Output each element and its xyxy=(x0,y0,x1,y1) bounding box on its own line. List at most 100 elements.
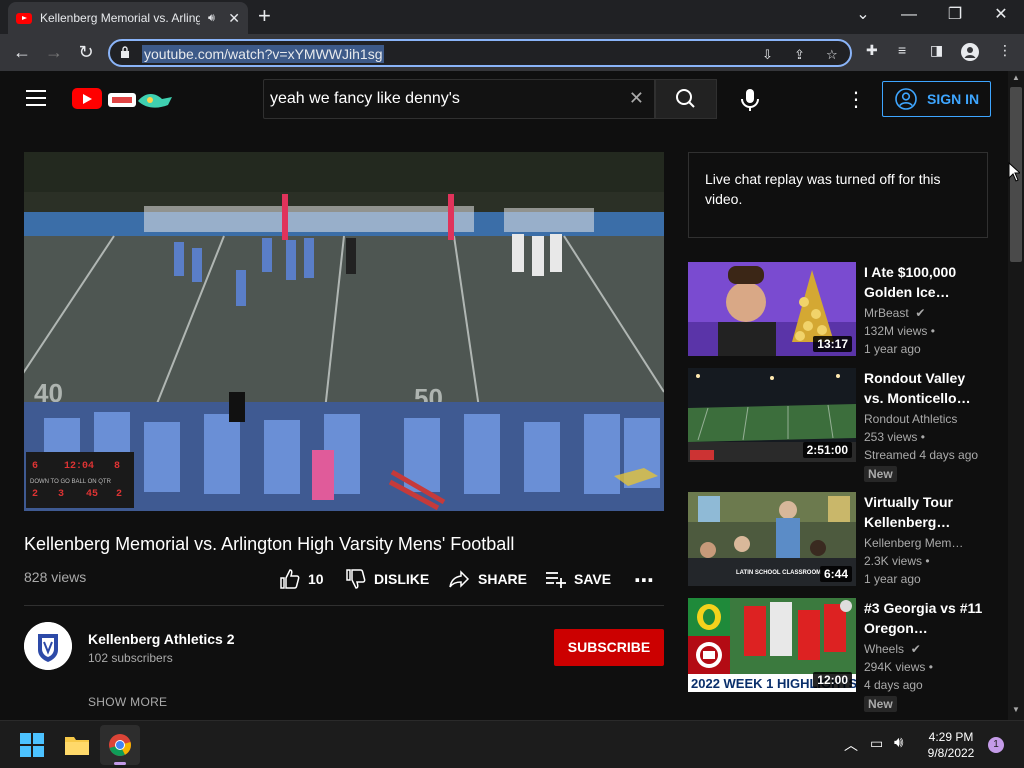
install-icon[interactable]: ⇩ xyxy=(762,47,773,63)
search-button[interactable] xyxy=(655,79,717,119)
youtube-favicon-icon xyxy=(16,12,32,24)
clear-search-icon[interactable]: ✕ xyxy=(629,88,644,109)
channel-avatar[interactable] xyxy=(24,622,72,670)
video-player[interactable]: 40 50 6 12:04 8 2 3 45 2 DOWN TO GO BALL… xyxy=(24,152,664,511)
upload-age: 1 year ago xyxy=(864,342,921,356)
sign-in-label: SIGN IN xyxy=(927,91,980,107)
share-label: SHARE xyxy=(478,571,528,587)
view-count: 253 views xyxy=(864,430,918,444)
video-thumbnail[interactable]: 2:51:00 xyxy=(688,368,856,462)
recommended-title[interactable]: Rondout Valley vs. Monticello… xyxy=(864,368,984,408)
recommended-channel[interactable]: Wheels ✔ xyxy=(864,642,921,656)
file-explorer-icon[interactable] xyxy=(64,733,90,757)
save-button[interactable]: SAVE xyxy=(544,568,611,590)
video-thumbnail[interactable]: 2022 WEEK 1 HIGHLIGHTS 12:00 xyxy=(688,598,856,692)
network-icon[interactable]: ▭ xyxy=(870,735,883,752)
recommended-video[interactable]: 2022 WEEK 1 HIGHLIGHTS 12:00 #3 Georgia … xyxy=(688,598,988,712)
video-duration: 6:44 xyxy=(819,566,852,582)
verified-check-icon: ✔ xyxy=(907,642,921,656)
dislike-button[interactable]: DISLIKE xyxy=(344,568,429,590)
more-actions-icon[interactable]: ⋯ xyxy=(634,568,654,593)
url-text[interactable]: youtube.com/watch?v=xYMWWJih1sg xyxy=(142,45,385,63)
back-icon[interactable]: ← xyxy=(10,41,34,63)
scoreboard-value: 12:04 xyxy=(64,461,94,472)
scoreboard-labels: DOWN TO GO BALL ON QTR xyxy=(30,479,112,485)
video-thumbnail[interactable]: 13:17 xyxy=(688,262,856,356)
restore-button[interactable]: ❐ xyxy=(932,4,978,26)
sign-in-button[interactable]: SIGN IN xyxy=(882,81,991,117)
profile-icon[interactable] xyxy=(961,43,979,61)
volume-icon[interactable]: 🔊︎ xyxy=(894,734,903,751)
account-icon xyxy=(895,88,917,110)
microphone-icon[interactable] xyxy=(730,79,770,119)
recommended-channel[interactable]: MrBeast ✔ xyxy=(864,306,925,320)
scoreboard-value: 6 xyxy=(32,461,38,472)
extensions-icon[interactable]: ✚ xyxy=(866,42,878,59)
tab-close-icon[interactable]: ✕ xyxy=(228,10,240,27)
forward-icon[interactable]: → xyxy=(42,41,66,63)
show-more-button[interactable]: SHOW MORE xyxy=(88,695,167,709)
clock-time: 4:29 PM xyxy=(928,730,974,744)
youtube-logo-icon[interactable] xyxy=(72,88,102,109)
browser-tab[interactable]: Kellenberg Memorial vs. Arlington 🔊︎ ✕ xyxy=(8,2,248,34)
youtube-doodle-icon[interactable] xyxy=(106,89,176,111)
taskbar-clock[interactable]: 4:29 PM 9/8/2022 xyxy=(920,729,982,761)
windows-start-icon[interactable] xyxy=(20,733,44,757)
stream-age: Streamed 4 days ago xyxy=(864,448,979,462)
recommended-video[interactable]: 13:17 I Ate $100,000 Golden Ice… MrBeast… xyxy=(688,262,988,358)
notification-badge[interactable]: 1 xyxy=(988,737,1004,753)
video-frame[interactable]: 40 50 6 12:04 8 2 3 45 2 DOWN TO GO BALL… xyxy=(24,152,664,511)
speaker-icon[interactable]: 🔊︎ xyxy=(208,12,215,25)
scroll-down-icon[interactable]: ▼ xyxy=(1012,705,1020,714)
recommended-channel[interactable]: Kellenberg Mem… xyxy=(864,536,963,550)
close-window-button[interactable]: ✕ xyxy=(978,4,1024,26)
more-options-icon[interactable]: ⋮ xyxy=(846,87,866,112)
channel-crest-icon xyxy=(24,622,72,670)
youtube-header: yeah we fancy like denny's ✕ ⋮ SIGN IN xyxy=(0,71,1008,127)
separator-dot-icon: • xyxy=(922,554,930,568)
view-count: 828 views xyxy=(24,569,87,585)
side-panel-icon[interactable]: ◨ xyxy=(930,42,943,59)
search-icon xyxy=(676,89,695,108)
save-label: SAVE xyxy=(574,571,612,587)
share-button[interactable]: SHARE xyxy=(448,568,527,590)
recommended-title[interactable]: Virtually Tour Kellenberg… xyxy=(864,492,984,532)
show-hidden-icons-icon[interactable]: ︿ xyxy=(844,735,858,755)
thumbs-down-icon xyxy=(346,569,366,589)
share-page-icon[interactable]: ⇪ xyxy=(794,47,805,63)
separator-dot-icon: • xyxy=(917,430,925,444)
chat-notice: Live chat replay was turned off for this… xyxy=(705,171,941,207)
verified-check-icon: ✔ xyxy=(912,306,926,320)
recommended-title[interactable]: I Ate $100,000 Golden Ice… xyxy=(864,262,984,302)
like-button[interactable]: 10 xyxy=(278,568,324,590)
reload-icon[interactable]: ↻ xyxy=(74,41,98,63)
search-input[interactable]: yeah we fancy like denny's xyxy=(270,90,460,108)
tab-list-icon[interactable]: ⌄ xyxy=(840,4,886,26)
video-thumbnail[interactable]: LATIN SCHOOL CLASSROOM 6:44 xyxy=(688,492,856,586)
new-badge: New xyxy=(864,466,897,482)
recommended-meta: 132M views • xyxy=(864,324,935,338)
recommended-channel[interactable]: Rondout Athletics xyxy=(864,412,957,426)
new-tab-button[interactable]: + xyxy=(258,4,271,28)
mouse-cursor-icon xyxy=(1008,162,1020,182)
media-control-icon[interactable]: ≡ xyxy=(898,42,906,58)
hamburger-menu-icon[interactable] xyxy=(26,90,46,106)
search-box[interactable]: yeah we fancy like denny's ✕ xyxy=(263,79,655,119)
recommended-video[interactable]: 2:51:00 Rondout Valley vs. Monticello… R… xyxy=(688,368,988,482)
bookmark-star-icon[interactable]: ☆ xyxy=(826,47,838,63)
recommended-video[interactable]: LATIN SCHOOL CLASSROOM 6:44 Virtually To… xyxy=(688,492,988,588)
browser-menu-icon[interactable]: ⋮ xyxy=(998,42,1012,59)
minimize-button[interactable]: — xyxy=(886,4,932,26)
scroll-up-icon[interactable]: ▲ xyxy=(1012,73,1020,82)
classroom-caption: LATIN SCHOOL CLASSROOM xyxy=(736,570,821,576)
subscribe-button[interactable]: SUBSCRIBE xyxy=(554,629,664,666)
video-title: Kellenberg Memorial vs. Arlington High V… xyxy=(24,534,515,554)
separator-dot-icon: • xyxy=(927,324,935,338)
windows-taskbar: ︿ ▭ 🔊︎ 4:29 PM 9/8/2022 1 xyxy=(0,720,1024,768)
recommended-title[interactable]: #3 Georgia vs #11 Oregon… xyxy=(864,598,984,638)
chrome-taskbar-button[interactable] xyxy=(100,725,140,765)
subscriber-count: 102 subscribers xyxy=(88,651,173,665)
scoreboard-value: 45 xyxy=(86,489,98,500)
address-bar[interactable]: youtube.com/watch?v=xYMWWJih1sg ⇩ ⇪ ☆ xyxy=(108,39,852,67)
channel-name[interactable]: Kellenberg Athletics 2 xyxy=(88,631,235,647)
